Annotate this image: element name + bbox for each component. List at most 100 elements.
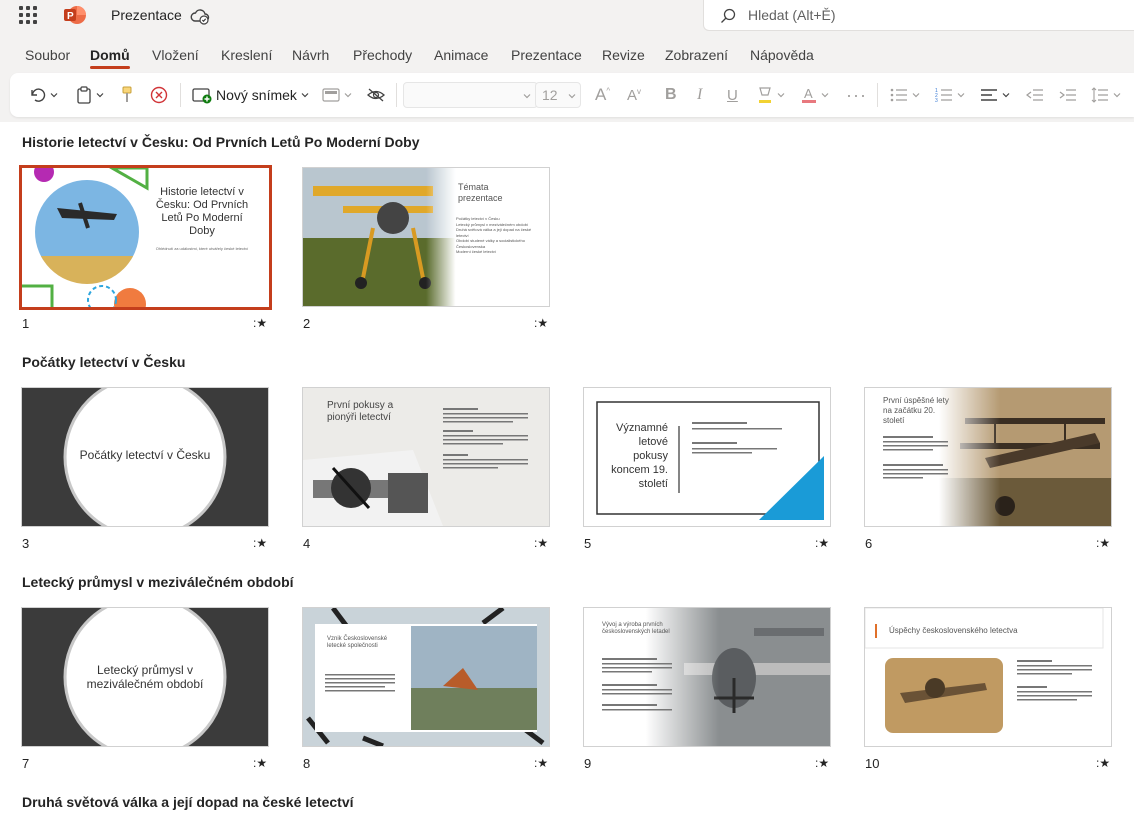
section-title[interactable]: Historie letectví v Česku: Od Prvních Le… — [22, 134, 420, 150]
new-slide-button[interactable]: Nový snímek — [192, 83, 309, 107]
slide-10-title: Úspěchy československého letectva — [889, 626, 1018, 635]
slide-number: 4 — [303, 536, 311, 551]
chevron-down-icon — [1113, 93, 1121, 98]
slide-thumbnail-6[interactable]: První úspěšné lety na začátku 20. stolet… — [864, 387, 1112, 527]
undo-button[interactable] — [28, 83, 58, 107]
hide-slide-button[interactable] — [366, 83, 386, 107]
tab-zobrazeni[interactable]: Zobrazení — [665, 47, 728, 63]
slide-sorter: Historie letectví v Česku: Od Prvních Le… — [0, 122, 1134, 816]
decrease-indent-button[interactable] — [1026, 83, 1044, 107]
line-spacing-button[interactable] — [1091, 83, 1121, 107]
font-size-select[interactable]: 12 — [535, 82, 581, 108]
search-box[interactable]: Hledat (Alt+Ě) — [703, 0, 1134, 31]
chevron-down-icon — [344, 93, 352, 98]
format-painter-icon — [122, 86, 132, 102]
numbering-button[interactable]: 123 — [935, 83, 965, 107]
section-title[interactable]: Počátky letectví v Česku — [22, 354, 185, 370]
slide-9-title: Vývoj a výroba prvních československých … — [602, 622, 670, 635]
align-left-icon — [981, 89, 997, 101]
grow-font-button[interactable]: A^ — [595, 83, 610, 107]
layout-icon — [322, 88, 340, 102]
slide-2-bullet-list: Počátky letectví v Česku Letecký průmysl… — [456, 216, 536, 255]
bullets-button[interactable] — [890, 83, 920, 107]
slide-thumbnail-4[interactable]: První pokusy a pionýři letectví — [302, 387, 550, 527]
transition-star-icon: :★ — [534, 536, 549, 550]
chevron-down-icon — [568, 94, 576, 99]
document-title[interactable]: Prezentace — [111, 7, 182, 23]
shrink-font-icon: Av — [627, 86, 642, 104]
chevron-down-icon — [957, 93, 965, 98]
slide-thumbnail-9[interactable]: Vývoj a výroba prvních československých … — [583, 607, 831, 747]
numbering-icon: 123 — [935, 88, 952, 103]
slide-number: 1 — [22, 316, 30, 331]
increase-indent-icon — [1059, 89, 1076, 101]
tab-animace[interactable]: Animace — [434, 47, 488, 63]
format-painter-button[interactable] — [120, 83, 134, 107]
search-placeholder: Hledat (Alt+Ě) — [748, 7, 836, 23]
slide-thumbnail-5[interactable]: Významné letové pokusy koncem 19. stolet… — [583, 387, 831, 527]
layout-button[interactable] — [322, 83, 352, 107]
italic-button[interactable]: I — [697, 83, 702, 107]
ribbon-divider — [180, 83, 181, 107]
tab-revize[interactable]: Revize — [602, 47, 645, 63]
tab-vlozeni[interactable]: Vložení — [152, 47, 199, 63]
section-title[interactable]: Druhá světová válka a její dopad na česk… — [22, 794, 354, 810]
slide-2-bullet: Druhá světová válka a její dopad na česk… — [456, 227, 532, 238]
ribbon-divider — [396, 83, 397, 107]
delete-icon — [150, 86, 168, 104]
highlighter-icon — [759, 87, 771, 103]
tab-prechody[interactable]: Přechody — [353, 47, 412, 63]
slide-thumbnail-3[interactable]: Počátky letectví v Česku — [21, 387, 269, 527]
font-family-select[interactable] — [403, 82, 538, 108]
tab-navrh[interactable]: Návrh — [292, 47, 329, 63]
chevron-down-icon — [301, 93, 309, 98]
new-slide-icon — [192, 88, 212, 104]
bold-button[interactable]: B — [665, 83, 677, 107]
highlight-button[interactable] — [757, 83, 785, 107]
tab-prezentace[interactable]: Prezentace — [511, 47, 582, 63]
slide-6-title: První úspěšné lety na začátku 20. stolet… — [883, 396, 949, 425]
slide-thumbnail-8[interactable]: Vznik Československé letecké společnosti — [302, 607, 550, 747]
shrink-font-button[interactable]: Av — [627, 83, 641, 107]
transition-star-icon: :★ — [253, 316, 268, 330]
slide-2-bullet: Období studené války a socialistického Č… — [456, 238, 525, 249]
italic-icon: I — [697, 86, 703, 103]
paste-button[interactable] — [76, 83, 104, 107]
title-bar: P Prezentace Hledat (Alt+Ě) — [0, 0, 1134, 32]
slide-3-title: Počátky letectví v Česku — [79, 448, 211, 462]
tab-domu[interactable]: Domů — [90, 47, 130, 63]
new-slide-label: Nový snímek — [216, 87, 297, 103]
svg-text:3: 3 — [935, 98, 938, 103]
svg-text:P: P — [67, 11, 74, 22]
tab-napoveda[interactable]: Nápověda — [750, 47, 814, 63]
undo-icon — [31, 88, 46, 102]
chevron-down-icon — [523, 94, 531, 99]
slide-number: 3 — [22, 536, 30, 551]
more-options-button[interactable]: ··· — [846, 83, 867, 107]
slide-number: 2 — [303, 316, 311, 331]
section-title[interactable]: Letecký průmysl v meziválečném období — [22, 574, 294, 590]
align-button[interactable] — [980, 83, 1010, 107]
slide-thumbnail-7[interactable]: Letecký průmysl v meziválečném období — [21, 607, 269, 747]
chevron-down-icon — [777, 93, 785, 98]
active-tab-indicator — [90, 66, 130, 69]
slide-5-title: Významné letové pokusy koncem 19. stolet… — [611, 422, 668, 490]
slide-thumbnail-10[interactable]: Úspěchy československého letectva — [864, 607, 1112, 747]
tab-kresleni[interactable]: Kreslení — [221, 47, 272, 63]
slide-4-title: První pokusy a pionýři letectví — [327, 400, 394, 423]
increase-indent-button[interactable] — [1059, 83, 1077, 107]
slide-thumbnail-1[interactable]: Historie letectví v Česku: Od Prvních Le… — [19, 165, 272, 310]
delete-slide-button[interactable] — [150, 83, 168, 107]
cloud-saved-icon[interactable] — [190, 6, 210, 26]
tab-soubor[interactable]: Soubor — [25, 47, 70, 63]
underline-button[interactable]: U — [727, 83, 738, 107]
slide-thumbnail-2[interactable]: Témata prezentace Počátky letectví v Čes… — [302, 167, 550, 307]
slide-number: 10 — [865, 756, 880, 771]
font-color-button[interactable]: A — [801, 83, 829, 107]
transition-star-icon: :★ — [1096, 756, 1111, 770]
slide-2-title: Témata prezentace — [458, 182, 503, 203]
slide-8-title: Vznik Československé letecké společnosti — [327, 636, 388, 649]
chevron-down-icon — [1002, 93, 1010, 98]
slide-number: 5 — [584, 536, 592, 551]
app-launcher-icon[interactable] — [19, 6, 37, 24]
